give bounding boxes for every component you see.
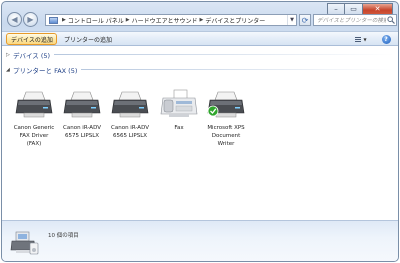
fax-item[interactable]: Fax bbox=[157, 88, 201, 132]
printer-label: Canon iR-ADV 6565 LIPSLX bbox=[111, 125, 149, 139]
printer-item[interactable]: Microsoft XPS Document Writer bbox=[204, 88, 248, 148]
address-dropdown-button[interactable]: ▼ bbox=[287, 15, 296, 25]
refresh-icon: ⟳ bbox=[301, 15, 309, 25]
printer-item[interactable]: Canon Generic FAX Driver (FAX) bbox=[12, 88, 56, 148]
printer-label: Canon iR-ADV 6575 LIPSLX bbox=[63, 125, 101, 139]
navigation-bar: ◀ ▶ ▶ コントロール パネル ▶ ハードウエアとサウンド ▶ デバイスとプリ… bbox=[5, 12, 397, 29]
breadcrumb-hardware-sound[interactable]: ハードウエアとサウンド bbox=[132, 16, 198, 25]
address-bar[interactable]: ▶ コントロール パネル ▶ ハードウエアとサウンド ▶ デバイスとプリンター … bbox=[45, 14, 297, 26]
add-printer-button[interactable]: プリンターの追加 bbox=[60, 33, 116, 45]
chevron-right-icon[interactable]: ▶ bbox=[62, 17, 66, 23]
breadcrumb-devices-printers[interactable]: デバイスとプリンター bbox=[205, 16, 265, 25]
fax-icon bbox=[160, 89, 198, 117]
forward-button[interactable]: ▶ bbox=[23, 12, 38, 27]
printer-label: Microsoft XPS Document Writer bbox=[207, 125, 245, 147]
group-label-devices: デバイス (5) bbox=[13, 51, 51, 60]
item-count: 10 個の項目 bbox=[48, 233, 79, 239]
group-header-printers[interactable]: ◢ プリンターと FAX (5) bbox=[6, 65, 394, 75]
collapse-arrow-icon[interactable]: ◢ bbox=[6, 67, 11, 73]
chevron-down-icon: ▼ bbox=[290, 17, 294, 23]
expand-arrow-icon[interactable]: ▷ bbox=[6, 52, 11, 58]
help-icon: ? bbox=[381, 34, 391, 44]
group-header-devices[interactable]: ▷ デバイス (5) bbox=[6, 50, 394, 60]
add-device-button[interactable]: デバイスの追加 bbox=[6, 33, 57, 45]
view-options-icon bbox=[355, 36, 362, 42]
printer-item[interactable]: Canon iR-ADV 6565 LIPSLX bbox=[108, 88, 152, 140]
change-view-button[interactable]: ▼ bbox=[351, 33, 371, 45]
search-input[interactable]: デバイスとプリンターの検索 bbox=[317, 16, 386, 24]
search-icon[interactable] bbox=[386, 16, 395, 25]
items-view: ▷ デバイス (5) ◢ プリンターと FAX (5) Canon Generi… bbox=[2, 46, 398, 220]
back-button[interactable]: ◀ bbox=[7, 12, 22, 27]
printer-item[interactable]: Canon iR-ADV 6575 LIPSLX bbox=[60, 88, 104, 140]
fax-label: Fax bbox=[174, 125, 184, 131]
chevron-right-icon[interactable]: ▶ bbox=[200, 17, 204, 23]
group-divider bbox=[81, 69, 394, 70]
devices-and-printers-window: – ▭ ✕ ◀ ▶ ▶ コントロール パネル ▶ ハードウエアとサウンド ▶ デ… bbox=[1, 1, 399, 262]
control-panel-icon bbox=[49, 16, 58, 24]
details-pane: 10 個の項目 bbox=[2, 220, 398, 261]
refresh-button[interactable]: ⟳ bbox=[299, 14, 311, 26]
breadcrumb-control-panel[interactable]: コントロール パネル bbox=[68, 16, 124, 25]
command-bar: デバイスの追加 プリンターの追加 ▼ ? bbox=[2, 31, 398, 46]
printer-icon bbox=[63, 91, 101, 118]
default-check-icon bbox=[207, 105, 219, 117]
chevron-down-icon: ▼ bbox=[363, 36, 367, 42]
forward-arrow-icon: ▶ bbox=[27, 15, 34, 24]
printer-icon bbox=[207, 91, 245, 118]
printer-icon bbox=[15, 91, 53, 118]
search-box[interactable]: デバイスとプリンターの検索 bbox=[313, 14, 397, 26]
printer-label: Canon Generic FAX Driver (FAX) bbox=[13, 125, 55, 147]
printer-icon bbox=[111, 91, 149, 118]
group-divider bbox=[54, 54, 394, 55]
group-label-printers: プリンターと FAX (5) bbox=[13, 66, 78, 75]
help-button[interactable]: ? bbox=[380, 33, 392, 45]
chevron-right-icon[interactable]: ▶ bbox=[126, 17, 130, 23]
back-arrow-icon: ◀ bbox=[11, 15, 18, 24]
devices-printers-icon bbox=[10, 231, 39, 255]
